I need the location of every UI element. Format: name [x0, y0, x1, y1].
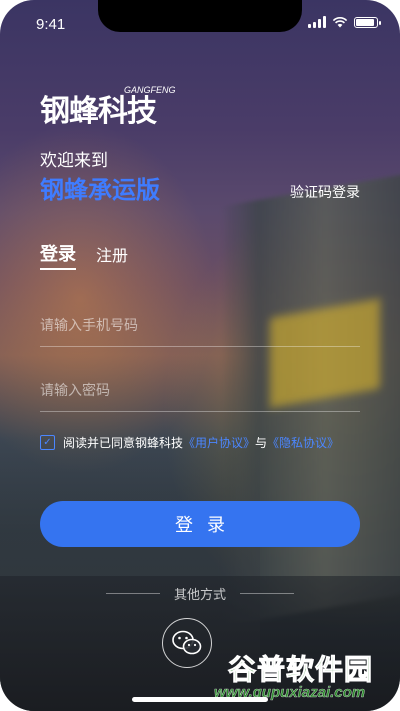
- status-icons: [308, 16, 381, 28]
- other-methods-label: 其他方式: [173, 588, 226, 603]
- privacy-agreement-link[interactable]: 《隐私协议》: [267, 436, 339, 450]
- notch: [98, 0, 302, 32]
- brand-logo: 钢蜂科技 GANGFENG: [40, 82, 190, 129]
- wechat-icon: [172, 630, 202, 655]
- logo-subtext: GANGFENG: [124, 85, 176, 95]
- other-methods: 其他方式: [0, 584, 400, 603]
- phone-screen: 9:41 钢蜂科技 GANGFENG 欢迎来到 钢蜂承运版 验证码登录 登录 注…: [0, 0, 400, 711]
- phone-field: [40, 306, 360, 347]
- watermark-title: 谷普软件园: [227, 653, 374, 687]
- password-input[interactable]: [40, 371, 360, 411]
- agreement-prefix: 阅读并已同意钢蜂科技: [63, 436, 184, 450]
- agreement-and: 与: [255, 436, 268, 450]
- tab-login[interactable]: 登录: [40, 240, 76, 266]
- home-indicator[interactable]: [132, 697, 268, 702]
- status-time: 9:41: [36, 16, 66, 33]
- agreement-row: ✓ 阅读并已同意钢蜂科技《用户协议》与《隐私协议》: [40, 434, 339, 451]
- user-agreement-link[interactable]: 《用户协议》: [183, 436, 255, 450]
- password-field: [40, 371, 360, 412]
- divider-right: [240, 593, 294, 594]
- signal-icon: [308, 16, 326, 28]
- login-button[interactable]: 登录: [40, 501, 360, 547]
- phone-input[interactable]: [40, 306, 360, 346]
- agreement-checkbox[interactable]: ✓: [40, 435, 55, 450]
- site-watermark: 谷普软件园 www.gupuxiazai.com: [214, 648, 392, 704]
- app-name: 钢蜂承运版: [40, 176, 160, 204]
- sms-login-link[interactable]: 验证码登录: [290, 182, 360, 202]
- wifi-icon: [332, 17, 348, 28]
- welcome-text: 欢迎来到: [40, 151, 108, 171]
- wechat-login-button[interactable]: [162, 618, 212, 668]
- battery-icon: [354, 16, 381, 28]
- agreement-text: 阅读并已同意钢蜂科技《用户协议》与《隐私协议》: [63, 434, 339, 451]
- divider-left: [105, 593, 160, 594]
- tab-active-indicator: [40, 268, 76, 270]
- tab-register[interactable]: 注册: [96, 242, 128, 266]
